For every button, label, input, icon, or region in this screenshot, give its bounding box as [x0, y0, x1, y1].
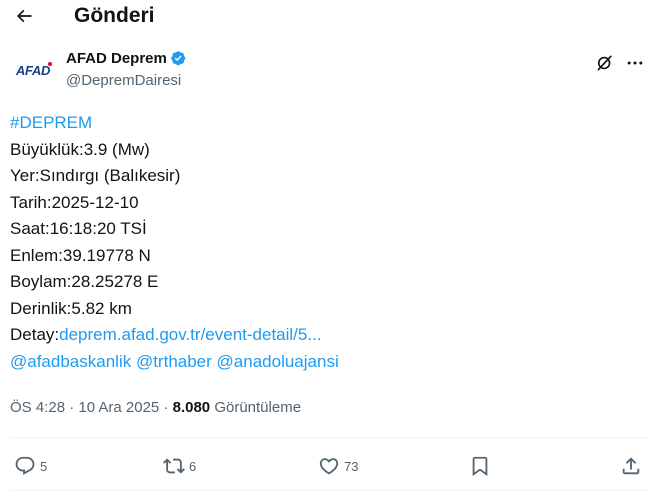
tweet-text: #DEPREM Büyüklük:3.9 (Mw) Yer:Sındırgı (… — [10, 110, 640, 375]
tweet-line-mentions: @afadbaskanlik @trthaber @anadoluajansi — [10, 349, 640, 376]
verified-badge-icon — [170, 50, 188, 68]
back-button[interactable] — [12, 4, 36, 28]
tweet-line-latitude: Enlem:39.19778 N — [10, 245, 151, 265]
tweet-meta: ÖS 4:28 · 10 Ara 2025 · 8.080 Görüntülem… — [10, 398, 301, 418]
tweet-actions: 5 6 73 — [0, 448, 650, 484]
page-title: Gönderi — [74, 4, 155, 27]
hashtag-link[interactable]: #DEPREM — [10, 113, 92, 132]
tweet-line-time: Saat:16:18:20 TSİ — [10, 219, 147, 238]
tweet-line-location: Yer:Sındırgı (Balıkesir) — [10, 166, 181, 185]
share-icon — [622, 457, 640, 475]
views-label: Görüntüleme — [210, 399, 302, 416]
grok-button[interactable] — [594, 52, 616, 74]
divider — [10, 437, 648, 438]
share-button[interactable] — [620, 448, 642, 484]
page-header: Gönderi — [0, 0, 650, 34]
grok-icon — [597, 55, 612, 71]
reply-count: 5 — [40, 458, 48, 474]
avatar-logo-dot — [48, 62, 52, 66]
reply-button[interactable]: 5 — [14, 448, 47, 484]
more-horizontal-icon — [627, 61, 643, 65]
author-display-name[interactable]: AFAD Deprem — [66, 49, 167, 69]
repost-button[interactable]: 6 — [163, 448, 196, 484]
like-button[interactable]: 73 — [318, 448, 358, 484]
bookmark-icon — [472, 456, 488, 477]
tweet-line-longitude: Boylam:28.25278 E — [10, 272, 159, 291]
mention-link[interactable]: @afadbaskanlik — [10, 352, 131, 371]
tweet-timestamp[interactable]: ÖS 4:28 · 10 Ara 2025 · — [10, 399, 173, 416]
author-name-row: AFAD Deprem — [66, 49, 188, 69]
avatar-logo-text: AFAD — [15, 62, 51, 78]
detail-label: Detay: — [10, 325, 60, 344]
arrow-left-icon — [16, 9, 32, 23]
avatar[interactable]: AFAD — [10, 52, 56, 88]
tweet-line-detail: Detay:deprem.afad.gov.tr/event-detail/5.… — [10, 322, 640, 349]
tweet-line-magnitude: Büyüklük:3.9 (Mw) — [10, 139, 150, 159]
author-handle[interactable]: @DepremDairesi — [66, 71, 181, 91]
repost-count: 6 — [189, 458, 197, 474]
more-options-button[interactable] — [624, 52, 646, 74]
tweet-line-date: Tarih:2025-12-10 — [10, 192, 139, 212]
views-count: 8.080 — [172, 399, 211, 416]
tweet-line-depth: Derinlik:5.82 km — [10, 298, 132, 318]
bookmark-button[interactable] — [469, 448, 491, 484]
like-count: 73 — [344, 458, 359, 474]
divider — [10, 490, 648, 491]
reply-icon — [15, 456, 35, 475]
mention-link[interactable]: @anadoluajansi — [217, 352, 339, 371]
detail-link[interactable]: deprem.afad.gov.tr/event-detail/5... — [59, 325, 321, 344]
tweet-author: AFAD AFAD Deprem @DepremDairesi — [0, 46, 650, 94]
heart-icon — [319, 458, 339, 475]
mention-link[interactable]: @trthaber — [136, 352, 212, 371]
repost-icon — [163, 458, 185, 474]
